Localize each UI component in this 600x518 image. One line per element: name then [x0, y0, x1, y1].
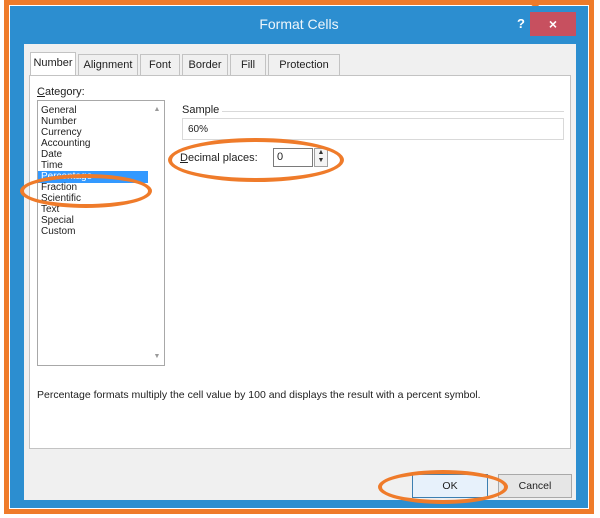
- sample-value: 60%: [188, 124, 209, 135]
- sample-box: [182, 118, 564, 140]
- annotation-ellipse-ok: [378, 470, 508, 504]
- tab-protection[interactable]: Protection: [268, 54, 340, 76]
- category-label: Category:: [37, 86, 85, 98]
- tab-number[interactable]: Number: [30, 52, 76, 77]
- tab-alignment[interactable]: Alignment: [78, 54, 138, 76]
- annotation-ellipse-percentage: [20, 174, 152, 208]
- tab-strip: Number Alignment Font Border Fill Protec…: [30, 52, 430, 77]
- tab-fill[interactable]: Fill: [230, 54, 266, 76]
- cancel-button[interactable]: Cancel: [498, 474, 572, 498]
- format-description: Percentage formats multiply the cell val…: [37, 389, 481, 401]
- tab-border[interactable]: Border: [182, 54, 228, 76]
- dialog-title: Format Cells: [259, 16, 339, 32]
- scroll-down-icon[interactable]: ▼: [150, 351, 164, 363]
- help-icon[interactable]: ?: [513, 16, 529, 32]
- close-button[interactable]: ×: [530, 12, 576, 36]
- scroll-up-icon[interactable]: ▲: [150, 104, 164, 116]
- sample-label: Sample: [182, 104, 220, 116]
- category-label-text: ategory:: [44, 86, 85, 98]
- category-list[interactable]: General Number Currency Accounting Date …: [37, 100, 165, 366]
- category-label-accelerator: C: [37, 86, 45, 98]
- tab-font[interactable]: Font: [140, 54, 180, 76]
- annotation-ellipse-decimal-places: [168, 138, 344, 182]
- category-item-custom[interactable]: Custom: [41, 226, 75, 238]
- sample-divider: [222, 111, 564, 112]
